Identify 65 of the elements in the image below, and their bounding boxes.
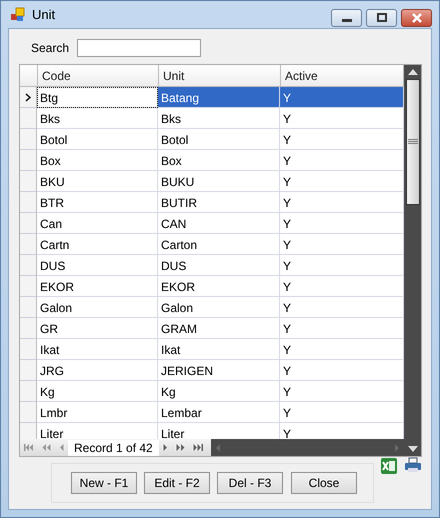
search-label: Search [31,41,70,55]
table-cell: Bks [158,108,280,129]
close-button[interactable] [401,9,432,27]
table-cell: Lembar [158,402,280,423]
scroll-right-icon[interactable] [394,442,400,452]
table-cell: BUTIR [158,192,280,213]
table-cell: BKU [37,171,158,192]
first-record-icon[interactable] [24,444,34,451]
table-cell: Galon [158,297,280,318]
next-page-icon[interactable] [176,444,185,451]
table-cell: Carton [158,234,280,255]
table-cell: EKOR [37,276,158,297]
table-cell: Box [37,150,158,171]
table-cell: GRAM [158,318,280,339]
action-button[interactable]: Del - F3 [217,472,283,494]
table-cell: JRG [37,360,158,381]
record-counter: Record 1 of 42 [68,440,159,456]
column-header[interactable]: Code [38,65,159,87]
table-cell: CAN [158,213,280,234]
previous-record-icon[interactable] [59,444,64,451]
table-cell: Kg [37,381,158,402]
horizontal-scrollbar[interactable] [210,439,404,456]
previous-page-icon[interactable] [42,444,51,451]
row-header[interactable] [20,87,37,108]
scroll-down-icon[interactable] [408,446,418,452]
table-cell: BTR [37,192,158,213]
action-button[interactable]: Close [291,472,357,494]
table-cell: Lmbr [37,402,158,423]
scroll-up-icon[interactable] [408,69,418,75]
table-cell: Bks [37,108,158,129]
close-icon [410,13,422,23]
table-cell: JERIGEN [158,360,280,381]
table-cell: Btg [37,87,158,108]
printer-icon[interactable] [404,457,422,473]
table-cell: Kg [158,381,280,402]
table-cell: Cartn [37,234,158,255]
spreadsheet-icon[interactable] [380,457,398,475]
action-button[interactable]: New - F1 [71,472,137,494]
table-cell: Ikat [37,339,158,360]
app-icon [10,6,26,22]
search-field[interactable] [77,39,202,57]
table-cell: GR [37,318,158,339]
table-cell: Galon [37,297,158,318]
table-cell: Ikat [158,339,280,360]
action-button[interactable]: Edit - F2 [144,472,210,494]
current-row-icon [25,92,31,102]
window-title: Unit [32,7,56,22]
maximize-icon [376,13,388,23]
table-cell: Can [37,213,158,234]
table-cell: Botol [37,129,158,150]
minimize-button[interactable] [331,9,362,27]
vertical-scrollbar[interactable] [404,65,421,456]
scroll-left-icon[interactable] [214,442,221,452]
scrollbar-thumb[interactable] [406,79,420,205]
table-cell: Botol [158,129,280,150]
table-cell: EKOR [158,276,280,297]
table-cell: DUS [158,255,280,276]
last-record-icon[interactable] [192,444,203,451]
next-record-icon[interactable] [162,444,168,451]
table-cell: Batang [158,87,280,108]
table-cell: BUKU [158,171,280,192]
table-cell: DUS [37,255,158,276]
maximize-button[interactable] [366,9,397,27]
table-cell: Box [158,150,280,171]
table-cell: Y [280,87,404,108]
